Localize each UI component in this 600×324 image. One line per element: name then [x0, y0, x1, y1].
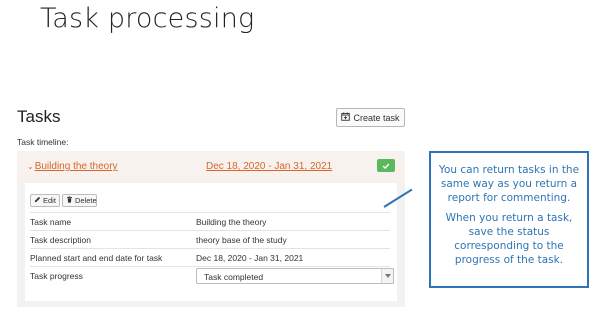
callout-paragraph: You can return tasks in the same way as …	[438, 164, 580, 204]
detail-label: Task description	[30, 235, 91, 245]
chevron-down-icon: ⌄	[27, 162, 34, 171]
create-task-button[interactable]: Create task	[336, 108, 405, 127]
pencil-icon	[34, 196, 41, 205]
check-icon	[382, 157, 390, 175]
task-timeline-label: Task timeline:	[17, 137, 69, 147]
tasks-heading: Tasks	[17, 107, 61, 126]
detail-label: Task name	[30, 217, 72, 227]
task-details: Edit Delete Task name Building the theor…	[25, 183, 397, 301]
edit-label: Edit	[43, 196, 56, 205]
delete-button[interactable]: Delete	[62, 194, 97, 207]
task-date-link[interactable]: Dec 18, 2020 - Jan 31, 2021	[206, 161, 332, 172]
calendar-plus-icon	[341, 112, 351, 123]
detail-value: Dec 18, 2020 - Jan 31, 2021	[196, 253, 304, 263]
task-panel: ⌄Building the theory Dec 18, 2020 - Jan …	[17, 151, 405, 307]
detail-value: Building the theory	[196, 217, 267, 227]
task-progress-select[interactable]: Task completed	[196, 268, 394, 284]
detail-row-task-progress: Task progress Task completed	[30, 266, 394, 288]
callout-paragraph: When you return a task, save the status …	[445, 212, 573, 266]
status-complete-badge[interactable]	[377, 159, 395, 172]
detail-label: Planned start and end date for task	[30, 253, 163, 263]
detail-row-task-name: Task name Building the theory	[30, 212, 390, 230]
trash-icon	[66, 196, 73, 205]
task-name-link[interactable]: ⌄Building the theory	[27, 161, 118, 172]
instruction-callout: You can return tasks in the same way as …	[429, 151, 589, 288]
detail-label: Task progress	[30, 271, 83, 281]
edit-button[interactable]: Edit	[30, 194, 60, 207]
select-caret-icon	[381, 269, 393, 283]
detail-value: theory base of the study	[196, 235, 287, 245]
detail-row-task-description: Task description theory base of the stud…	[30, 230, 390, 248]
detail-row-planned-dates: Planned start and end date for task Dec …	[30, 248, 390, 266]
delete-label: Delete	[75, 196, 97, 205]
task-name-link-text: Building the theory	[34, 161, 118, 172]
create-task-label: Create task	[353, 112, 400, 123]
slide-title: Task processing	[40, 3, 255, 34]
task-panel-header: ⌄Building the theory Dec 18, 2020 - Jan …	[17, 151, 405, 181]
task-progress-value: Task completed	[204, 272, 264, 282]
